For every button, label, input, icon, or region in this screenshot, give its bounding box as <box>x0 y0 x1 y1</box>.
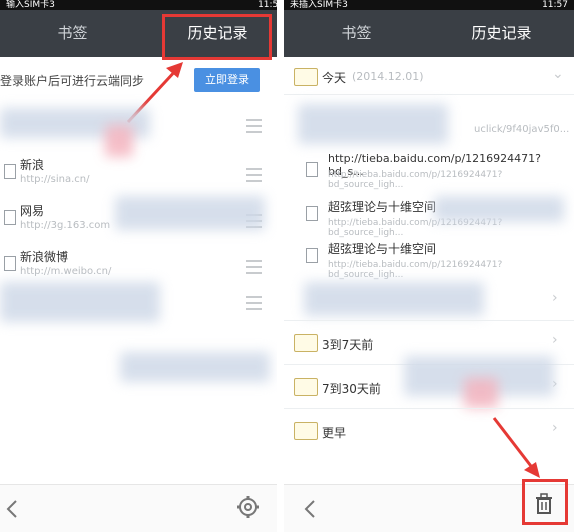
bookmark-url: http://3g.163.com <box>20 220 111 231</box>
bookmark-url: http://sina.cn/ <box>20 174 90 185</box>
bottom-bar <box>0 484 290 532</box>
bookmark-title: 新浪微博 <box>20 250 69 264</box>
document-icon <box>4 164 16 179</box>
blurred-item <box>0 282 160 322</box>
bookmark-title: 新浪 <box>20 158 45 172</box>
blurred-item <box>120 352 270 382</box>
drag-handle-icon[interactable] <box>246 260 262 274</box>
bookmark-item[interactable]: 新浪微博 http://m.weibo.cn/ <box>0 244 290 286</box>
bottom-bar <box>284 479 574 532</box>
drag-handle-icon[interactable] <box>246 119 262 133</box>
bookmark-url: http://m.weibo.cn/ <box>20 266 112 277</box>
bookmark-item[interactable]: 新浪 http://sina.cn/ <box>0 152 290 194</box>
document-icon <box>4 210 16 225</box>
bookmark-title: 网易 <box>20 204 45 218</box>
annotation-arrow <box>492 417 540 478</box>
blurred-item <box>115 196 265 230</box>
drag-handle-icon[interactable] <box>246 168 262 182</box>
document-icon <box>4 256 16 271</box>
left-screen: 输入SIM卡3 11:57 书签 历史记录 登录账户后可进行云端同步 立即登录 … <box>0 0 290 532</box>
settings-icon[interactable] <box>236 495 260 519</box>
back-icon[interactable] <box>6 499 20 519</box>
phone-divider <box>277 0 284 532</box>
back-icon[interactable] <box>304 499 318 519</box>
trash-icon[interactable] <box>534 493 554 515</box>
right-screen: 未插入SIM卡3 11:57 书签 历史记录 今天 (2014.12.01) ⌄… <box>284 0 574 532</box>
drag-handle-icon[interactable] <box>246 296 262 310</box>
